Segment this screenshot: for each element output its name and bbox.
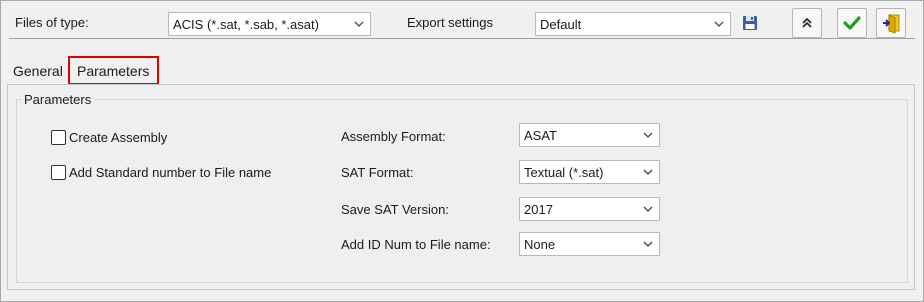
checkmark-icon [843,16,861,30]
chevron-down-icon [643,206,653,212]
export-settings-select[interactable]: Default [535,12,731,36]
exit-button[interactable] [876,8,906,38]
tab-general[interactable]: General [13,63,63,79]
sat-format-value: Textual (*.sat) [524,165,604,180]
double-chevron-up-icon [802,17,812,28]
assembly-format-value: ASAT [524,128,557,143]
collapse-button[interactable] [792,8,822,38]
header-divider [9,38,915,39]
add-id-num-label: Add ID Num to File name: [341,237,491,252]
files-of-type-select[interactable]: ACIS (*.sat, *.sab, *.asat) [168,12,371,36]
files-of-type-label: Files of type: [15,15,89,30]
save-sat-version-select[interactable]: 2017 [519,197,660,221]
save-sat-version-label: Save SAT Version: [341,202,449,217]
tab-parameters-label: Parameters [77,63,150,79]
assembly-format-label: Assembly Format: [341,129,446,144]
create-assembly-checkbox[interactable] [51,130,66,145]
export-settings-label: Export settings [407,15,493,30]
parameters-group [16,99,908,283]
ok-button[interactable] [837,8,867,38]
exit-icon [883,14,900,34]
sat-format-select[interactable]: Textual (*.sat) [519,160,660,184]
chevron-down-icon [643,241,653,247]
sat-format-label: SAT Format: [341,165,414,180]
save-settings-button[interactable] [741,14,759,32]
add-standard-number-label[interactable]: Add Standard number to File name [69,165,271,181]
files-of-type-value: ACIS (*.sat, *.sab, *.asat) [173,17,319,32]
export-settings-value: Default [540,17,582,32]
chevron-down-icon [714,21,724,27]
assembly-format-select[interactable]: ASAT [519,123,660,147]
chevron-down-icon [354,21,364,27]
add-standard-number-checkbox[interactable] [51,165,66,180]
floppy-disk-icon [743,16,757,30]
chevron-down-icon [643,169,653,175]
create-assembly-label[interactable]: Create Assembly [69,130,167,146]
group-title: Parameters [21,92,95,108]
save-sat-version-value: 2017 [524,202,553,217]
add-id-num-select[interactable]: None [519,232,660,256]
tab-parameters[interactable]: Parameters [68,56,159,85]
chevron-down-icon [643,132,653,138]
add-id-num-value: None [524,237,556,252]
